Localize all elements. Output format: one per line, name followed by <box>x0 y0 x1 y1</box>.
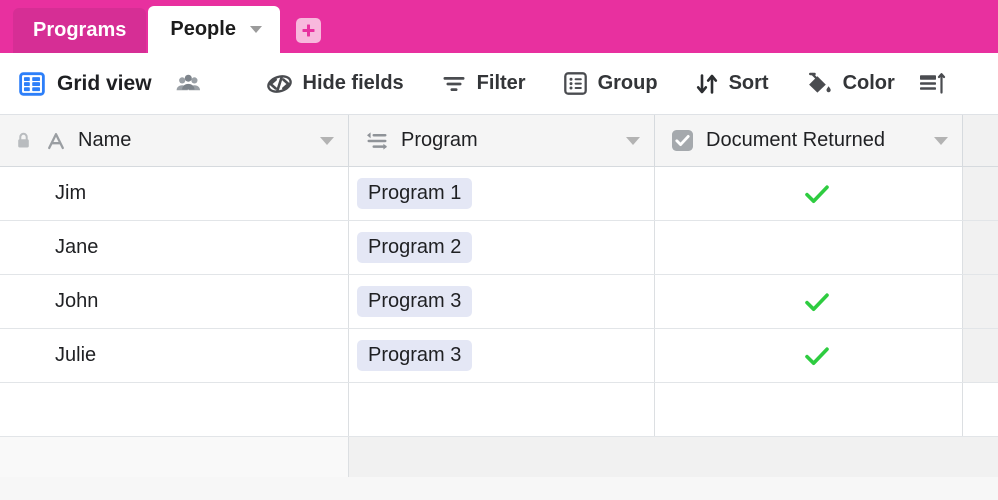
group-icon <box>563 72 587 95</box>
grid-body: Jim Program 1 Jane Program 2 John Progra… <box>0 167 998 437</box>
row-height-button[interactable] <box>910 64 956 104</box>
grid-view-icon <box>19 71 45 97</box>
text-field-icon <box>46 131 66 151</box>
cell-name[interactable] <box>0 383 349 436</box>
column-header-name[interactable]: Name <box>0 115 349 166</box>
cell-name-text: Jane <box>55 236 99 258</box>
cell-program[interactable]: Program 2 <box>349 221 655 274</box>
color-label: Color <box>842 72 895 94</box>
column-header-document-returned-label: Document Returned <box>706 129 885 151</box>
add-table-button[interactable] <box>295 18 321 43</box>
table-row-empty[interactable] <box>0 383 998 437</box>
lock-icon <box>0 132 46 149</box>
program-tag: Program 1 <box>357 178 473 209</box>
column-header-name-label: Name <box>78 129 132 151</box>
tab-people-label: People <box>170 18 236 40</box>
column-header-program-label: Program <box>401 129 478 151</box>
tab-programs[interactable]: Programs <box>13 8 147 53</box>
cell-name[interactable]: Julie <box>0 329 349 382</box>
checkbox-field-icon <box>671 129 694 152</box>
footer-other-columns <box>349 437 963 477</box>
cell-name-text: John <box>55 290 99 312</box>
people-icon <box>176 74 201 94</box>
cell-program[interactable]: Program 3 <box>349 275 655 328</box>
footer-name-column <box>0 437 349 477</box>
table-row[interactable]: Julie Program 3 <box>0 329 998 383</box>
filter-button[interactable]: Filter <box>433 64 535 104</box>
hide-fields-button[interactable]: Hide fields <box>258 64 413 104</box>
cell-document-returned[interactable] <box>655 275 963 328</box>
data-grid: Name Program Document Returned Jim Progr… <box>0 115 998 500</box>
table-row[interactable]: John Program 3 <box>0 275 998 329</box>
hide-fields-icon <box>266 73 292 95</box>
cell-name[interactable]: John <box>0 275 349 328</box>
cell-document-returned[interactable] <box>655 383 963 436</box>
filter-label: Filter <box>476 72 526 94</box>
hide-fields-label: Hide fields <box>302 72 404 94</box>
group-label: Group <box>597 72 658 94</box>
table-row[interactable]: Jane Program 2 <box>0 221 998 275</box>
row-tail <box>963 167 998 220</box>
table-row[interactable]: Jim Program 1 <box>0 167 998 221</box>
cell-program[interactable]: Program 3 <box>349 329 655 382</box>
sort-icon <box>696 73 718 95</box>
color-button[interactable]: Color <box>798 64 904 104</box>
row-height-icon <box>919 72 947 95</box>
cell-program[interactable]: Program 1 <box>349 167 655 220</box>
color-paint-bucket-icon <box>807 72 832 96</box>
cell-document-returned[interactable] <box>655 329 963 382</box>
single-select-icon <box>365 131 389 151</box>
cell-name-text: Jim <box>55 182 87 204</box>
program-tag: Program 2 <box>357 232 473 263</box>
chevron-down-icon[interactable] <box>934 136 948 145</box>
tab-people[interactable]: People <box>148 6 280 53</box>
sort-label: Sort <box>728 72 769 94</box>
sort-button[interactable]: Sort <box>687 64 778 104</box>
collaborators-button[interactable] <box>167 64 210 104</box>
cell-name-text: Julie <box>55 344 97 366</box>
column-header-program[interactable]: Program <box>349 115 655 166</box>
program-tag: Program 3 <box>357 286 473 317</box>
column-header-document-returned[interactable]: Document Returned <box>655 115 963 166</box>
row-tail <box>963 383 998 436</box>
program-tag: Program 3 <box>357 340 473 371</box>
cell-name[interactable]: Jane <box>0 221 349 274</box>
plus-icon <box>302 24 315 37</box>
footer-tail <box>963 437 998 477</box>
row-tail <box>963 275 998 328</box>
cell-document-returned[interactable] <box>655 167 963 220</box>
check-icon <box>804 184 829 203</box>
group-button[interactable]: Group <box>555 64 667 104</box>
add-field-area[interactable] <box>963 115 998 166</box>
table-tab-bar: Programs People <box>0 0 998 53</box>
check-icon <box>804 346 829 365</box>
cell-name[interactable]: Jim <box>0 167 349 220</box>
cell-program[interactable] <box>349 383 655 436</box>
view-toolbar: Grid view Hide fields Filter Group Sort … <box>0 53 998 115</box>
check-icon <box>804 292 829 311</box>
grid-view-label: Grid view <box>57 71 152 95</box>
row-tail <box>963 329 998 382</box>
chevron-down-icon[interactable] <box>626 136 640 145</box>
tab-programs-label: Programs <box>33 19 127 41</box>
row-tail <box>963 221 998 274</box>
grid-view-button[interactable]: Grid view <box>10 64 161 104</box>
grid-header-row: Name Program Document Returned <box>0 115 998 167</box>
grid-footer <box>0 437 998 477</box>
filter-icon <box>442 74 466 94</box>
chevron-down-icon[interactable] <box>320 136 334 145</box>
chevron-down-icon[interactable] <box>249 26 262 33</box>
cell-document-returned[interactable] <box>655 221 963 274</box>
